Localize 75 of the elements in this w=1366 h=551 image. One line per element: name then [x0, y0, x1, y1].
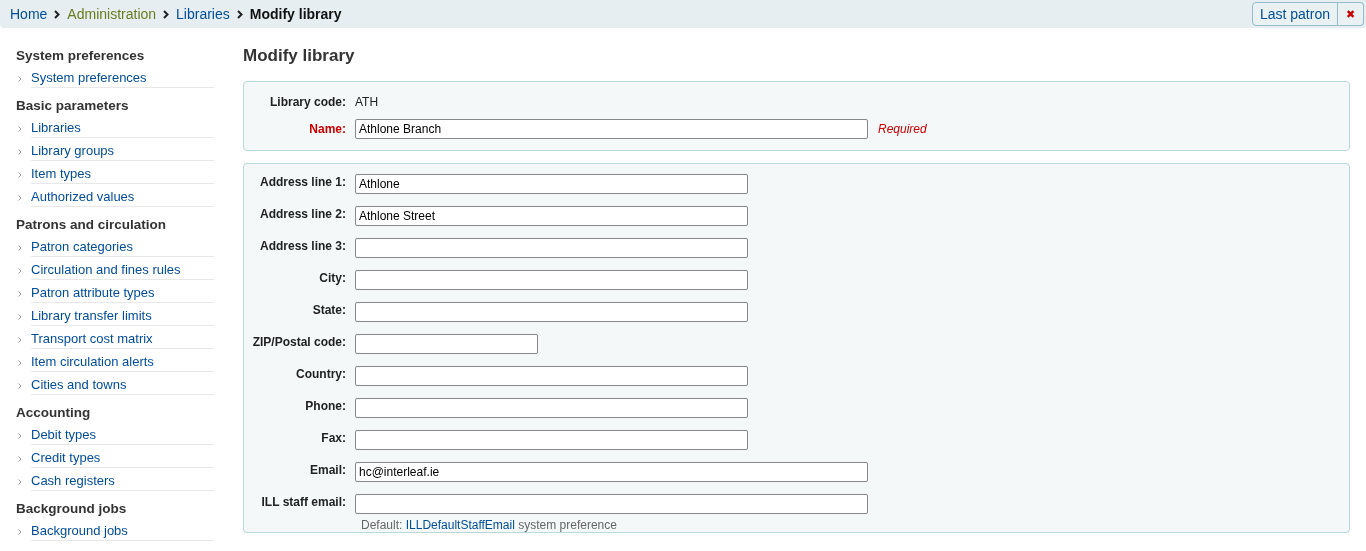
- name-field[interactable]: Athlone Branch: [355, 119, 868, 139]
- chevron-icon: [18, 149, 22, 155]
- page-title: Modify library: [243, 46, 356, 66]
- sidebar-heading: Patrons and circulation: [16, 216, 168, 234]
- chevron-icon: [18, 126, 22, 132]
- chevron-icon: [18, 76, 22, 82]
- chevron-icon: [18, 314, 22, 320]
- sidebar-link[interactable]: Circulation and fines rules: [31, 262, 214, 280]
- input-field[interactable]: Athlone: [355, 174, 748, 194]
- chevron-icon: [236, 9, 243, 19]
- chevron-icon: [18, 529, 22, 535]
- breadcrumb-link[interactable]: Libraries: [176, 6, 230, 22]
- field-label: Address line 2:: [258, 206, 346, 221]
- chevron-icon: [18, 291, 22, 297]
- breadcrumb-link[interactable]: Home: [10, 6, 48, 22]
- chevron-icon: [18, 195, 22, 201]
- field-label: Phone:: [304, 398, 346, 413]
- chevron-icon: [18, 245, 22, 251]
- sidebar-heading: Background jobs: [16, 500, 128, 518]
- chevron-icon: [18, 360, 22, 366]
- close-button[interactable]: ✖: [1338, 2, 1364, 26]
- sidebar-link[interactable]: Debit types: [31, 427, 214, 445]
- sidebar-link[interactable]: Transport cost matrix: [31, 331, 214, 349]
- field-label: Address line 1:: [258, 174, 346, 189]
- field-label: Country:: [295, 366, 346, 381]
- field-label: State:: [311, 302, 346, 317]
- sidebar-link[interactable]: Library transfer limits: [31, 308, 214, 326]
- preference-link[interactable]: ILLDefaultStaffEmail: [405, 518, 515, 532]
- input-field[interactable]: [355, 430, 748, 450]
- sidebar-heading: System preferences: [16, 47, 146, 65]
- sidebar-link[interactable]: Item circulation alerts: [31, 354, 214, 372]
- library-code: ATH: [355, 95, 379, 109]
- sidebar-link[interactable]: Libraries: [31, 120, 214, 138]
- input-field[interactable]: [355, 270, 748, 290]
- breadcrumb-link[interactable]: Administration: [67, 6, 157, 22]
- chevron-icon: [18, 456, 22, 462]
- sidebar-link[interactable]: Authorized values: [31, 189, 214, 207]
- sidebar-link[interactable]: Background jobs: [31, 523, 214, 541]
- chevron-icon: [18, 383, 22, 389]
- chevron-icon: [18, 172, 22, 178]
- input-field[interactable]: hc@interleaf.ie: [355, 462, 868, 482]
- sidebar-link[interactable]: Cities and towns: [31, 377, 214, 395]
- field-label: Fax:: [320, 430, 346, 445]
- sidebar-link[interactable]: Item types: [31, 166, 214, 184]
- sidebar-link[interactable]: Patron attribute types: [31, 285, 214, 303]
- input-field[interactable]: Athlone Street: [355, 206, 748, 226]
- sidebar-link[interactable]: System preferences: [31, 70, 214, 88]
- input-field[interactable]: [355, 494, 868, 514]
- chevron-icon: [18, 268, 22, 274]
- field-label: ILL staff email:: [260, 494, 346, 509]
- input-field[interactable]: [355, 366, 748, 386]
- field-label: Library code:: [268, 95, 346, 109]
- required-note: Required: [878, 122, 927, 136]
- input-field[interactable]: [355, 302, 748, 322]
- field-label: ZIP/Postal code:: [251, 334, 346, 349]
- chevron-icon: [18, 433, 22, 439]
- field-label: Email:: [309, 462, 346, 477]
- field-label: Name:: [308, 122, 346, 136]
- chevron-icon: [18, 479, 22, 485]
- sidebar-link[interactable]: Credit types: [31, 450, 214, 468]
- chevron-icon: [163, 9, 170, 19]
- sidebar-link[interactable]: Cash registers: [31, 473, 214, 491]
- chevron-icon: [18, 337, 22, 343]
- sidebar-heading: Accounting: [16, 404, 92, 422]
- last-patron-button[interactable]: Last patron: [1251, 2, 1338, 26]
- input-field[interactable]: [355, 334, 538, 354]
- sidebar-heading: Basic parameters: [16, 97, 130, 115]
- input-field[interactable]: [355, 398, 748, 418]
- input-field[interactable]: [355, 238, 748, 258]
- hint-text: Default: ILLDefaultStaffEmail system preference: [361, 518, 618, 532]
- field-label: Address line 3:: [258, 238, 346, 253]
- sidebar-link[interactable]: Patron categories: [31, 239, 214, 257]
- field-label: City:: [318, 270, 346, 285]
- sidebar-link[interactable]: Library groups: [31, 143, 214, 161]
- chevron-icon: [54, 9, 61, 19]
